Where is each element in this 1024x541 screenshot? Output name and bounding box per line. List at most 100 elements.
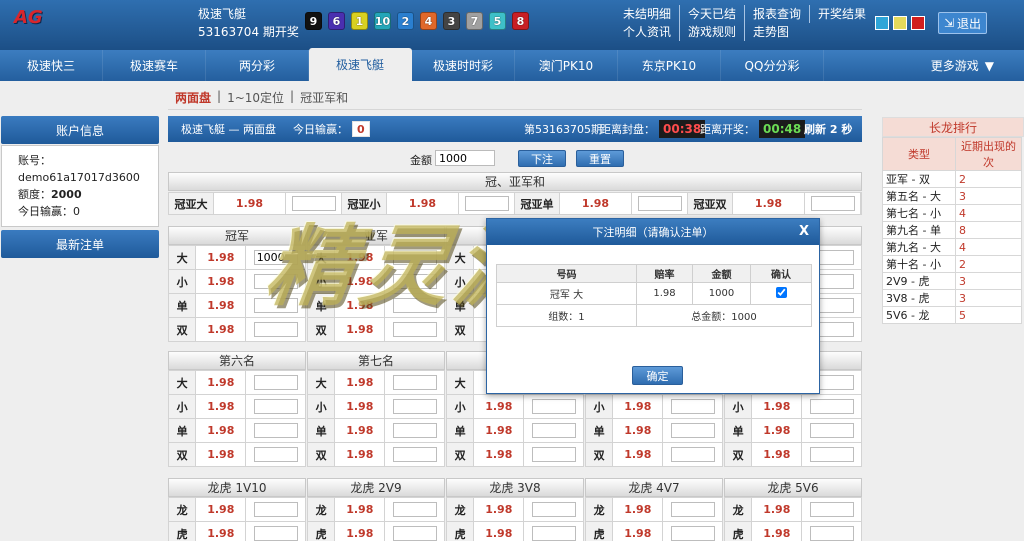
nav-tab[interactable]: 极速飞艇 <box>309 48 412 81</box>
bet-odds: 1.98 <box>195 245 247 270</box>
reset-button[interactable]: 重置 <box>576 150 624 167</box>
draw-ball: 8 <box>512 12 529 30</box>
bet-amount-input[interactable] <box>670 526 715 541</box>
bet-odds: 1.98 <box>387 193 459 214</box>
long-type: 2V9 - 虎 <box>882 272 956 290</box>
bet-name: 小 <box>445 394 475 419</box>
bet-confirm-dialog: 下注明细（请确认注单） X 号码 赔率 金额 确认 冠军 大 1.98 1000… <box>486 218 820 394</box>
subnav-item[interactable]: 冠亚军和 <box>300 89 348 106</box>
long-count: 2 <box>955 170 1022 188</box>
bet-amount-input[interactable] <box>253 250 298 265</box>
bet-amount-input[interactable] <box>253 298 298 313</box>
nav-tab[interactable]: 两分彩 <box>206 50 309 81</box>
bet-amount-input[interactable] <box>637 196 682 211</box>
subnav-separator: | <box>217 89 222 103</box>
bet-amount-input[interactable] <box>809 447 854 462</box>
bet-amount-input[interactable] <box>809 502 854 517</box>
nav-tab[interactable]: 东京PK10 <box>618 50 721 81</box>
table-row: 龙 1.98 <box>306 497 445 522</box>
header-link[interactable]: 今天已结 <box>679 5 744 23</box>
bet-amount-input[interactable] <box>670 447 715 462</box>
theme-swatches <box>875 16 925 30</box>
bet-amount-input[interactable] <box>809 423 854 438</box>
bet-amount-input[interactable] <box>253 375 298 390</box>
bet-amount-input[interactable] <box>810 196 855 211</box>
bet-amount-input[interactable] <box>392 298 437 313</box>
table-row: 大1.98 <box>167 245 306 270</box>
table-row: 虎 1.98 <box>445 521 584 541</box>
header-link[interactable]: 开奖结果 <box>809 5 874 23</box>
refresh-indicator[interactable]: 刷新 2 秒 <box>804 116 852 142</box>
bet-amount-input[interactable] <box>392 447 437 462</box>
bet-amount-input[interactable] <box>392 375 437 390</box>
bet-odds: 1.98 <box>473 418 525 443</box>
header-link[interactable]: 个人资讯 <box>620 23 679 41</box>
bet-name: 双 <box>167 442 197 467</box>
header-link[interactable]: 未结明细 <box>620 5 679 23</box>
nav-tab[interactable]: 澳门PK10 <box>515 50 618 81</box>
bet-odds: 1.98 <box>334 269 386 294</box>
header-link[interactable]: 走势图 <box>744 23 797 41</box>
bet-amount-input[interactable] <box>531 423 576 438</box>
bet-amount-input[interactable] <box>392 399 437 414</box>
nav-tab[interactable]: 极速时时彩 <box>412 50 515 81</box>
table-row: 单 1.98 <box>306 293 445 318</box>
theme-swatch[interactable] <box>911 16 925 30</box>
bet-amount-input[interactable] <box>531 526 576 541</box>
header-link[interactable]: 游戏规则 <box>679 23 744 41</box>
long-dragon-table: 类型 近期出现的次 亚军 - 双 2 第五名 - 大 3 第七名 - 小 4 第九名 - 单8… <box>882 137 1022 324</box>
bet-block: 龙 1.98 虎 1.98 <box>723 497 862 541</box>
bet-amount-input[interactable] <box>253 502 298 517</box>
amount-input[interactable] <box>435 150 495 166</box>
bet-amount-input[interactable] <box>392 250 437 265</box>
ag-logo[interactable]: AG <box>14 7 43 28</box>
close-icon[interactable]: X <box>799 224 809 239</box>
theme-swatch[interactable] <box>875 16 889 30</box>
bet-amount-input[interactable] <box>809 399 854 414</box>
table-row: 小 1.98 <box>167 394 306 419</box>
submit-bet-button[interactable]: 下注 <box>518 150 566 167</box>
bet-amount-input[interactable] <box>531 399 576 414</box>
close-timer: 00:38 <box>659 120 706 138</box>
subnav-item[interactable]: 两面盘 <box>175 89 211 106</box>
bet-amount-input[interactable] <box>392 274 437 289</box>
bet-amount-input[interactable] <box>531 502 576 517</box>
more-games-menu[interactable]: 更多游戏 ▼ <box>931 50 994 81</box>
bet-amount-input[interactable] <box>253 423 298 438</box>
bet-name: 双 <box>306 317 336 342</box>
bet-name: 小 <box>445 269 475 294</box>
bet-amount-input[interactable] <box>253 274 298 289</box>
bet-odds: 1.98 <box>751 418 803 443</box>
bet-amount-input[interactable] <box>253 322 298 337</box>
bet-amount-input[interactable] <box>392 322 437 337</box>
long-count: 5 <box>955 306 1022 324</box>
header-link[interactable]: 报表查询 <box>744 5 809 23</box>
bet-amount-input[interactable] <box>670 399 715 414</box>
subnav-item[interactable]: 1~10定位 <box>227 89 284 106</box>
bet-amount-input[interactable] <box>253 447 298 462</box>
current-period: 第53163705期 <box>524 123 602 136</box>
bet-amount-input[interactable] <box>392 502 437 517</box>
bet-amount-input[interactable] <box>392 526 437 541</box>
bet-amount-input[interactable] <box>392 423 437 438</box>
table-row: 双 1.98 <box>723 442 862 467</box>
bet-name: 冠亚单 <box>515 193 560 214</box>
confirm-button[interactable]: 确定 <box>632 366 683 385</box>
bet-amount-input[interactable] <box>670 502 715 517</box>
theme-swatch[interactable] <box>893 16 907 30</box>
bet-amount-input[interactable] <box>253 526 298 541</box>
bet-amount-input[interactable] <box>291 196 336 211</box>
nav-tab[interactable]: QQ分分彩 <box>721 50 824 81</box>
bet-amount-input[interactable] <box>253 399 298 414</box>
bet-amount-input[interactable] <box>809 526 854 541</box>
bet-amount-input[interactable] <box>670 423 715 438</box>
bet-name: 单 <box>445 418 475 443</box>
logout-button[interactable]: ⇲ 退出 <box>938 12 987 34</box>
nav-tab[interactable]: 极速赛车 <box>103 50 206 81</box>
bet-amount-input[interactable] <box>531 447 576 462</box>
nav-tab[interactable]: 极速快三 <box>0 50 103 81</box>
bet-odds: 1.98 <box>334 521 386 541</box>
latest-bets-button[interactable]: 最新注单 <box>1 230 159 258</box>
confirm-checkbox[interactable] <box>775 286 787 298</box>
bet-amount-input[interactable] <box>464 196 509 211</box>
